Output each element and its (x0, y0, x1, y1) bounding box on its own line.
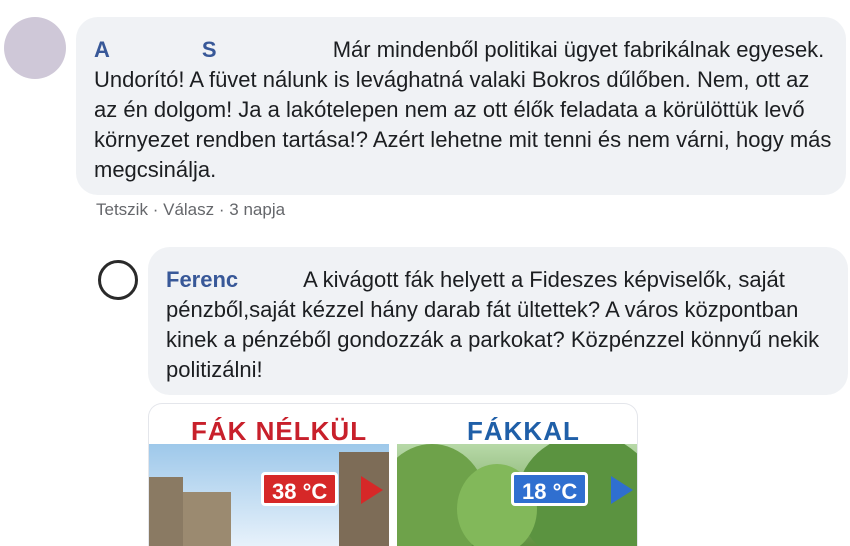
attached-image[interactable]: FÁK NÉLKÜL FÁKKAL 38 °C 18 °C (148, 403, 638, 546)
reply-link[interactable]: Válasz (163, 200, 214, 219)
separator: · (218, 200, 225, 219)
reply-content: Ferenc A kivágott fák helyett a Fideszes… (166, 265, 834, 385)
comment-bubble: AS Már mindenből politikai ügyet fabriká… (76, 17, 846, 195)
arrow-right-icon (361, 476, 383, 504)
right-title: FÁKKAL (467, 416, 580, 446)
reply-bubble: Ferenc A kivágott fák helyett a Fideszes… (148, 247, 848, 395)
author-name[interactable]: Ferenc (166, 267, 298, 292)
reply-avatar[interactable] (98, 260, 138, 300)
cool-temperature: 18 °C (511, 472, 589, 506)
comment-actions: Tetszik · Válasz · 3 napja (96, 200, 285, 220)
arrow-right-icon (611, 476, 633, 504)
like-link[interactable]: Tetszik (96, 200, 148, 219)
author-name[interactable]: AS (94, 37, 327, 62)
timestamp[interactable]: 3 napja (229, 200, 285, 219)
hot-temperature: 38 °C (261, 472, 339, 506)
separator: · (152, 200, 159, 219)
commenter-avatar[interactable] (4, 17, 66, 79)
left-title: FÁK NÉLKÜL (191, 416, 368, 446)
comment-content: AS Már mindenből politikai ügyet fabriká… (94, 35, 832, 185)
